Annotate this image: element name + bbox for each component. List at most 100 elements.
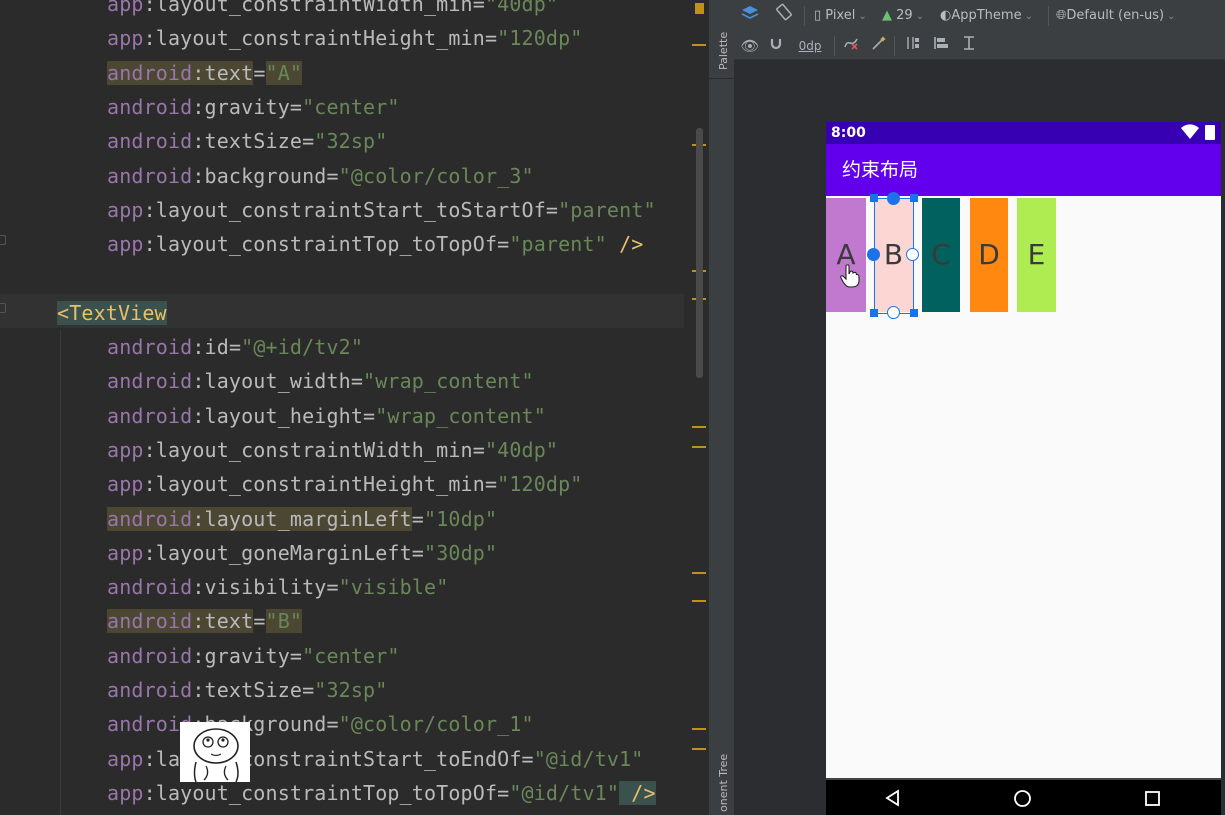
code-line[interactable]: android:gravity="center"	[107, 639, 400, 673]
warning-mark[interactable]	[692, 728, 706, 730]
warning-mark[interactable]	[692, 426, 706, 428]
attribute-key: layout_constraintTop_toTopOf	[155, 232, 498, 257]
code-line[interactable]: android:text="B"	[107, 604, 303, 638]
infer-constraints-icon[interactable]	[868, 32, 890, 60]
code-line[interactable]: <TextView	[57, 296, 167, 330]
top-anchor[interactable]	[887, 192, 900, 205]
textview-c-label: C	[931, 238, 951, 271]
tool-window-strip: Palette onent Tree	[708, 0, 735, 815]
guidelines-icon[interactable]	[958, 32, 980, 60]
code-line[interactable]: android:text="A"	[107, 56, 303, 90]
attribute-name: android:layout_width	[107, 369, 351, 393]
colon: :	[143, 472, 156, 497]
align-icon[interactable]	[930, 32, 952, 60]
attribute-key: id	[204, 335, 229, 359]
resize-handle[interactable]	[910, 194, 918, 202]
code-line[interactable]: android:id="@+id/tv2"	[107, 330, 363, 364]
error-stripe[interactable]	[684, 0, 708, 815]
attribute-value: "30dp"	[424, 540, 498, 565]
textview-e-label: E	[1027, 238, 1046, 271]
default-margin-selector[interactable]: 0dp	[792, 32, 828, 60]
code-line[interactable]: android:textSize="32sp"	[107, 673, 387, 707]
margin-value: 0dp	[798, 39, 822, 53]
code-line[interactable]: android:background="@color/color_3"	[107, 159, 534, 193]
attribute-value: "parent"	[509, 232, 607, 257]
start-anchor[interactable]	[867, 248, 880, 261]
eye-icon[interactable]: 👁︎	[740, 32, 760, 60]
equals-sign: =	[350, 369, 364, 394]
code-line[interactable]: app:layout_constraintStart_toStartOf="pa…	[107, 193, 656, 227]
status-bar: 8:00	[826, 122, 1221, 144]
attribute-name: android:gravity	[107, 95, 290, 119]
end-anchor[interactable]	[906, 248, 919, 261]
attribute-value: "10dp"	[424, 506, 498, 531]
attribute-key: layout_constraintStart_toStartOf	[155, 197, 546, 222]
attribute-key: layout_constraintHeight_min	[155, 26, 485, 51]
phone-preview[interactable]: 8:00 约束布局 A B C D E	[826, 122, 1221, 815]
warning-mark[interactable]	[692, 748, 706, 750]
resize-handle[interactable]	[910, 309, 918, 317]
bottom-anchor[interactable]	[887, 306, 900, 319]
editor-scrollbar[interactable]	[696, 128, 703, 378]
tag-close: />	[606, 232, 644, 257]
code-line[interactable]: android:visibility="visible"	[107, 570, 448, 604]
pack-icon[interactable]	[902, 32, 924, 60]
theme-selector[interactable]: ◐AppTheme ⌄	[940, 0, 1033, 32]
code-line[interactable]: android:layout_width="wrap_content"	[107, 364, 534, 398]
code-line[interactable]: app:layout_goneMarginLeft="30dp"	[107, 536, 497, 570]
code-line[interactable]: app:layout_constraintHeight_min="120dp"	[107, 467, 583, 501]
locale-selector[interactable]: 🌐︎Default (en-us) ⌄	[1056, 0, 1176, 32]
fold-marker-icon[interactable]	[0, 235, 6, 245]
magnet-icon[interactable]	[766, 32, 786, 60]
code-line[interactable]: app:layout_constraintTop_toTopOf="parent…	[107, 227, 643, 261]
attribute-key: text	[204, 609, 254, 634]
orientation-icon[interactable]	[774, 2, 794, 30]
attribute-key: text	[204, 60, 254, 85]
recents-icon[interactable]	[1144, 790, 1161, 811]
equals-sign: =	[253, 609, 266, 634]
fold-marker-icon[interactable]	[0, 303, 6, 313]
namespace-prefix: app	[107, 472, 144, 497]
textview-a[interactable]: A	[826, 198, 866, 312]
code-line[interactable]: app:layout_constraintHeight_min="120dp"	[107, 21, 583, 55]
device-selector[interactable]: ▯ Pixel ⌄	[814, 0, 867, 32]
code-line[interactable]: android:gravity="center"	[107, 90, 400, 124]
code-line[interactable]: android:layout_height="wrap_content"	[107, 399, 546, 433]
textview-e[interactable]: E	[1017, 198, 1056, 312]
code-line[interactable]: android:layout_marginLeft="10dp"	[107, 502, 497, 536]
attribute-value: "120dp"	[497, 26, 583, 51]
home-icon[interactable]	[1013, 789, 1032, 812]
attribute-key: gravity	[204, 643, 290, 668]
api-level-selector[interactable]: ▲ 29 ⌄	[882, 0, 924, 32]
equals-sign: =	[411, 506, 424, 531]
textview-c[interactable]: C	[922, 198, 960, 312]
component-tree-tab[interactable]: onent Tree	[717, 754, 730, 812]
equals-sign: =	[484, 26, 498, 51]
colon: :	[192, 60, 205, 85]
warning-mark[interactable]	[692, 44, 706, 46]
resize-handle[interactable]	[870, 194, 878, 202]
code-line[interactable]: app:layout_constraintWidth_min="40dp"	[107, 0, 558, 21]
equals-sign: =	[289, 643, 303, 668]
warning-mark[interactable]	[692, 446, 706, 448]
code-line[interactable]: android:background="@color/color_1"	[107, 707, 534, 741]
palette-tab[interactable]: Palette	[717, 32, 730, 70]
code-editor[interactable]: app:layout_constraintWidth_min="40dp" app…	[0, 0, 708, 815]
meme-sticker	[180, 722, 250, 783]
attribute-value: "120dp"	[497, 472, 583, 497]
battery-icon	[1205, 125, 1215, 140]
attribute-name: android:textSize	[107, 678, 302, 702]
back-icon[interactable]	[884, 789, 902, 811]
attribute-value: "40dp"	[484, 437, 559, 462]
textview-d[interactable]: D	[970, 198, 1008, 312]
clear-constraints-icon[interactable]	[840, 32, 862, 60]
component-tree-label: onent Tree	[717, 753, 730, 812]
code-line[interactable]: android:textSize="32sp"	[107, 124, 387, 158]
warning-mark[interactable]	[692, 600, 706, 602]
warning-mark[interactable]	[692, 572, 706, 574]
code-line[interactable]: app:layout_constraintWidth_min="40dp"	[107, 433, 558, 467]
layers-icon[interactable]	[740, 2, 760, 30]
warning-indicator[interactable]	[695, 3, 704, 14]
toolbar-divider	[894, 36, 895, 56]
resize-handle[interactable]	[870, 309, 878, 317]
